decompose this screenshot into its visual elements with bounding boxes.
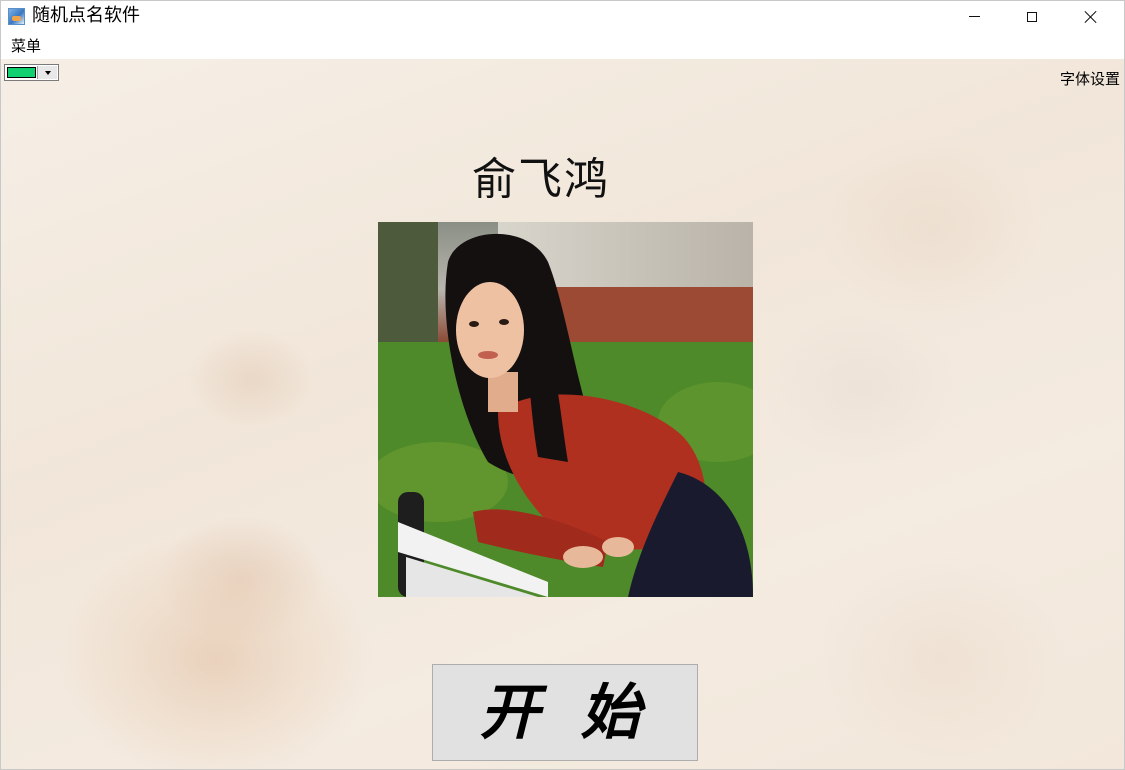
student-name: 俞飞鸿 — [472, 154, 610, 205]
color-swatch — [7, 67, 36, 78]
font-settings-link[interactable]: 字体设置 — [1060, 69, 1120, 89]
app-window: 随机点名软件 菜单 字体设置 俞飞鸿 开 始 — [0, 0, 1125, 770]
minimize-icon — [968, 16, 980, 17]
maximize-button[interactable] — [1003, 1, 1061, 32]
main-panel: 字体设置 俞飞鸿 开 始 — [1, 59, 1124, 769]
window-title: 随机点名软件 — [32, 5, 140, 26]
minimize-button[interactable] — [945, 1, 1003, 32]
color-picker-dropdown[interactable] — [4, 64, 59, 81]
close-icon — [1084, 10, 1098, 24]
menu-item-menu[interactable]: 菜单 — [11, 36, 41, 56]
close-button[interactable] — [1062, 1, 1120, 32]
start-button-label: 开 始 — [479, 677, 651, 748]
chevron-down-icon[interactable] — [37, 66, 57, 79]
student-photo-image — [378, 222, 753, 597]
start-button[interactable]: 开 始 — [432, 664, 698, 761]
maximize-icon — [1027, 11, 1037, 22]
app-icon — [8, 8, 25, 25]
student-photo — [378, 222, 753, 597]
menu-bar: 菜单 — [1, 32, 1124, 60]
title-bar[interactable]: 随机点名软件 — [1, 1, 1124, 32]
